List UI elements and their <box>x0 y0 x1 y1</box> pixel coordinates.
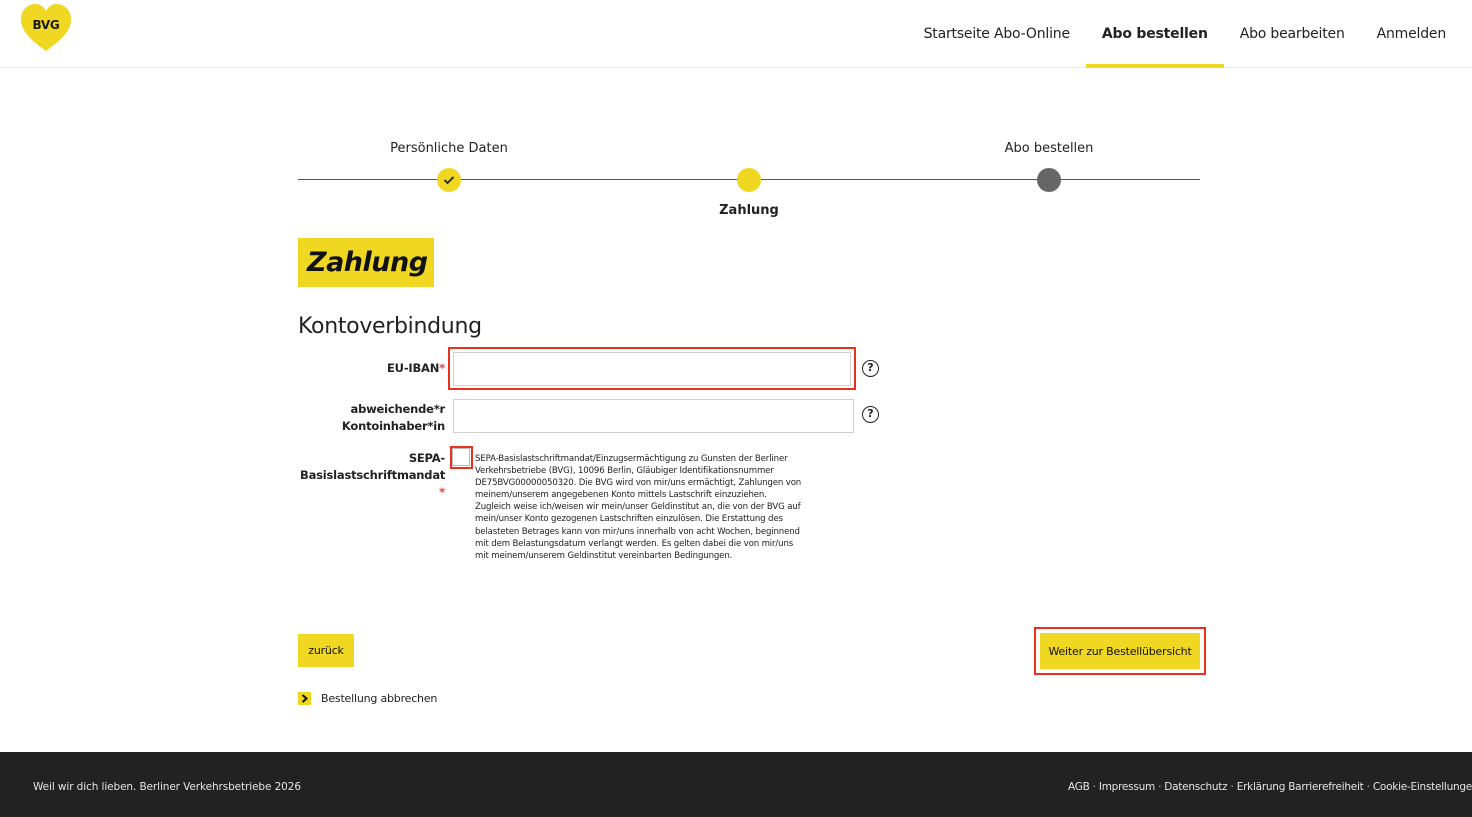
footer-separator: · <box>1227 781 1237 793</box>
footer: Weil wir dich lieben. Berliner Verkehrsb… <box>0 752 1472 817</box>
page-title: Zahlung <box>298 238 434 287</box>
back-button[interactable]: zurück <box>298 634 354 667</box>
step-label-zahlung: Zahlung <box>719 203 779 218</box>
step-label-abo-bestellen: Abo bestellen <box>1004 141 1094 156</box>
bvg-logo[interactable]: BVG <box>20 3 72 53</box>
nav-item-startseite[interactable]: Startseite Abo-Online <box>908 0 1086 68</box>
nav-item-abo-bestellen[interactable]: Abo bestellen <box>1085 0 1224 68</box>
footer-separator: · <box>1363 781 1373 793</box>
step-done-dot <box>437 168 461 192</box>
footer-link-impressum[interactable]: Impressum <box>1099 781 1155 793</box>
section-title: Kontoverbindung <box>298 314 482 339</box>
footer-tagline: Weil wir dich lieben. Berliner Verkehrsb… <box>33 781 301 793</box>
step-label-persoenliche-daten: Persönliche Daten <box>390 141 508 156</box>
footer-link-cookie-einstellungen[interactable]: Cookie-Einstellungen <box>1373 781 1472 793</box>
main-nav: Startseite Abo-Online Abo bestellen Abo … <box>908 0 1462 68</box>
checkmark-icon <box>443 176 455 185</box>
header: BVG Startseite Abo-Online Abo bestellen … <box>0 0 1472 68</box>
holder-help-icon[interactable]: ? <box>862 406 879 423</box>
next-button[interactable]: Weiter zur Bestellübersicht <box>1040 633 1200 669</box>
sepa-mandate-checkbox[interactable] <box>452 448 470 466</box>
nav-item-abo-bearbeiten[interactable]: Abo bearbeiten <box>1224 0 1361 68</box>
step-current-dot <box>737 168 761 192</box>
sepa-mandate-text: SEPA-Basislastschriftmandat/Einzugsermäc… <box>475 454 802 561</box>
chevron-right-icon <box>298 692 311 705</box>
required-mark: * <box>439 485 445 499</box>
footer-links: AGB · Impressum · Datenschutz · Erklärun… <box>1068 781 1472 793</box>
iban-label: EU-IBAN* <box>387 361 445 375</box>
account-holder-input[interactable] <box>453 399 854 433</box>
iban-help-icon[interactable]: ? <box>862 360 879 377</box>
footer-link-barrierefreiheit[interactable]: Erklärung Barrierefreiheit <box>1237 781 1364 793</box>
sepa-label: SEPA- Basislastschriftmandat * <box>300 451 446 499</box>
cancel-order-label: Bestellung abbrechen <box>321 692 438 705</box>
progress-stepper: Persönliche Daten Abo bestellen Zahlung <box>298 138 1200 228</box>
required-mark: * <box>439 361 445 375</box>
logo-text: BVG <box>32 18 60 32</box>
footer-separator: · <box>1154 781 1165 793</box>
iban-input[interactable] <box>453 352 851 386</box>
footer-link-datenschutz[interactable]: Datenschutz <box>1164 781 1227 793</box>
step-todo-dot <box>1037 168 1061 192</box>
holder-label: abweichende*r Kontoinhaber*in <box>341 402 445 433</box>
cancel-order-link[interactable]: Bestellung abbrechen <box>298 692 437 705</box>
footer-link-agb[interactable]: AGB <box>1068 781 1090 793</box>
nav-item-anmelden[interactable]: Anmelden <box>1361 0 1462 68</box>
footer-separator: · <box>1089 781 1099 793</box>
